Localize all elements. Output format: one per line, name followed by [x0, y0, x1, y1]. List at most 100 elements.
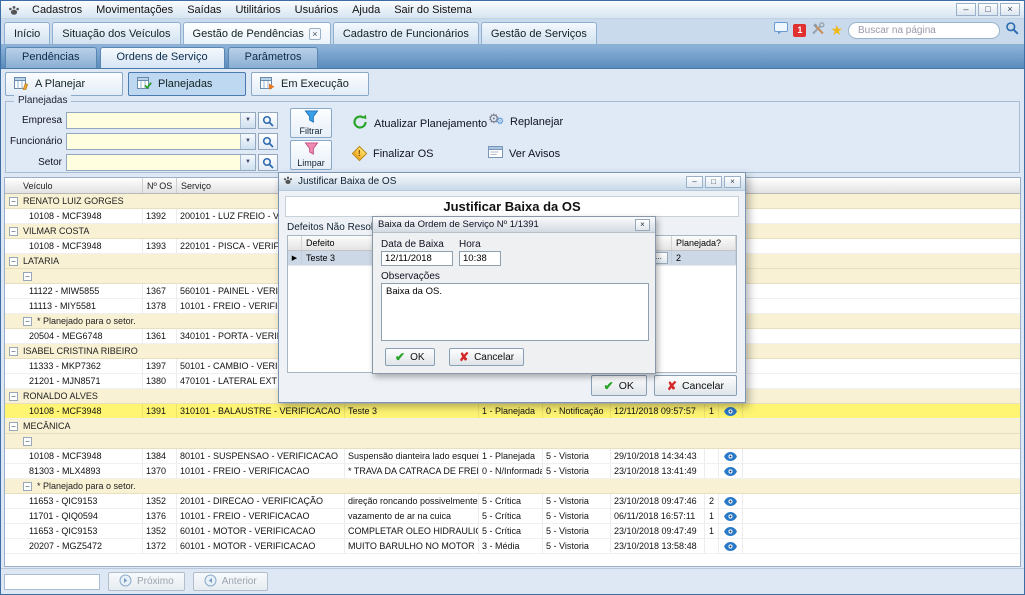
cell-os: 1376 [143, 509, 177, 523]
data-de-baixa-input[interactable] [381, 251, 453, 266]
tree-collapse-icon[interactable]: − [9, 257, 18, 266]
comment-icon[interactable] [774, 22, 788, 40]
cell-os: 1361 [143, 329, 177, 343]
ver-avisos-button[interactable]: Ver Avisos [488, 146, 560, 161]
empresa-search-button[interactable] [258, 112, 278, 129]
tree-collapse-icon[interactable]: − [9, 347, 18, 356]
cell-veiculo: 11653 - QIC9153 [5, 494, 143, 508]
funcionario-search-button[interactable] [258, 133, 278, 150]
baixa-ok-button[interactable]: ✔OK [385, 348, 435, 366]
notification-badge[interactable]: 1 [793, 24, 806, 37]
minimize-button[interactable]: – [956, 3, 976, 16]
cell-filler [743, 539, 1020, 553]
tree-collapse-icon[interactable]: − [9, 227, 18, 236]
view-label: A Planejar [35, 78, 85, 90]
menu-item-sair[interactable]: Sair do Sistema [387, 3, 479, 17]
dialog-minimize-button[interactable]: – [686, 176, 703, 188]
star-icon[interactable]: ★ [830, 24, 843, 37]
os-row[interactable]: 11653 - QIC9153135260101 - MOTOR - VERIF… [5, 524, 1020, 539]
os-row[interactable]: 11701 - QIQ0594137610101 - FREIO - VERIF… [5, 509, 1020, 524]
tree-collapse-icon[interactable]: − [23, 272, 32, 281]
baixa-titlebar[interactable]: Baixa da Ordem de Serviço Nº 1/1391 × [373, 217, 655, 233]
menu-item-ajuda[interactable]: Ajuda [345, 3, 387, 17]
view-a-planejar-button[interactable]: A Planejar [5, 72, 123, 96]
group-row[interactable]: −* Planejado para o setor. [5, 479, 1020, 494]
os-row[interactable]: 10108 - MCF39481391310101 - BALAUSTRE - … [5, 404, 1020, 419]
view-planejadas-button[interactable]: Planejadas [128, 72, 246, 96]
chevron-down-icon[interactable]: ▼ [240, 113, 255, 128]
anterior-button[interactable]: Anterior [193, 572, 268, 591]
tab-label: Situação dos Veículos [62, 28, 170, 40]
header-cell-os[interactable]: Nº OS [143, 178, 177, 193]
tree-collapse-icon[interactable]: − [23, 317, 32, 326]
atualizar-planejamento-button[interactable]: Atualizar Planejamento [352, 114, 487, 133]
data-de-baixa-label: Data de Baixa [381, 239, 444, 250]
header-cell-veiculo[interactable]: Veículo [5, 178, 143, 193]
tab-gestao-de-pendencias[interactable]: Gestão de Pendências× [183, 22, 331, 44]
menu-item-saidas[interactable]: Saídas [180, 3, 228, 17]
tools-icon[interactable] [811, 22, 825, 40]
chevron-down-icon[interactable]: ▼ [240, 155, 255, 170]
dialog-cancel-button[interactable]: ✘Cancelar [654, 375, 737, 396]
maximize-button[interactable]: □ [978, 3, 998, 16]
observacoes-textarea[interactable]: Baixa da OS. [381, 283, 649, 341]
tree-collapse-icon[interactable]: − [23, 437, 32, 446]
cell-veiculo: 20207 - MGZ5472 [5, 539, 143, 553]
tab-gestao-de-servicos[interactable]: Gestão de Serviços [481, 22, 597, 44]
search-input[interactable] [848, 22, 1000, 39]
os-row[interactable]: 11653 - QIC9153135220101 - DIRECAO - VER… [5, 494, 1020, 509]
subtab-pendencias[interactable]: Pendências [5, 47, 97, 68]
limpar-button[interactable]: Limpar [290, 140, 332, 170]
group-row[interactable]: −MECÂNICA [5, 419, 1020, 434]
view-os-icon[interactable] [719, 464, 743, 478]
os-row[interactable]: 81303 - MLX4893137010101 - FREIO - VERIF… [5, 464, 1020, 479]
planejada-cell[interactable]: 2 [672, 251, 736, 265]
tab-inicio[interactable]: Início [4, 22, 50, 44]
footer-filter-box[interactable] [4, 574, 100, 590]
dialog-maximize-button[interactable]: □ [705, 176, 722, 188]
hora-input[interactable] [459, 251, 501, 266]
os-row[interactable]: 20207 - MGZ5472137260101 - MOTOR - VERIF… [5, 539, 1020, 554]
view-em-execucao-button[interactable]: Em Execução [251, 72, 369, 96]
view-os-icon[interactable] [719, 494, 743, 508]
menu-item-movimentacoes[interactable]: Movimentações [89, 3, 180, 17]
menu-item-cadastros[interactable]: Cadastros [25, 3, 89, 17]
baixa-close-button[interactable]: × [635, 219, 650, 231]
menu-item-utilitarios[interactable]: Utilitários [228, 3, 287, 17]
subtab-ordens-de-servico[interactable]: Ordens de Serviço [100, 47, 225, 68]
check-icon: ✔ [604, 379, 614, 393]
chevron-down-icon[interactable]: ▼ [240, 134, 255, 149]
finalizar-os-button[interactable]: ! Finalizar OS [352, 146, 434, 161]
subtab-parametros[interactable]: Parâmetros [228, 47, 319, 68]
tree-collapse-icon[interactable]: − [9, 392, 18, 401]
view-os-icon[interactable] [719, 449, 743, 463]
setor-combo[interactable]: ▼ [66, 154, 256, 171]
tree-collapse-icon[interactable]: − [9, 197, 18, 206]
close-button[interactable]: × [1000, 3, 1020, 16]
filtrar-button[interactable]: Filtrar [290, 108, 332, 138]
view-os-icon[interactable] [719, 539, 743, 553]
baixa-cancel-button[interactable]: ✘Cancelar [449, 348, 524, 366]
view-os-icon[interactable] [719, 404, 743, 418]
replanejar-button[interactable]: ⚙⚙ Replanejar [488, 114, 563, 129]
menu-item-usuarios[interactable]: Usuários [288, 3, 345, 17]
os-row[interactable]: 10108 - MCF3948138480101 - SUSPENSAO - V… [5, 449, 1020, 464]
app-window: Cadastros Movimentações Saídas Utilitári… [0, 0, 1025, 595]
tree-collapse-icon[interactable]: − [23, 482, 32, 491]
proximo-button[interactable]: Próximo [108, 572, 185, 591]
dialog-close-button[interactable]: × [724, 176, 741, 188]
empresa-combo[interactable]: ▼ [66, 112, 256, 129]
tree-collapse-icon[interactable]: − [9, 422, 18, 431]
view-os-icon[interactable] [719, 524, 743, 538]
setor-search-button[interactable] [258, 154, 278, 171]
tab-close-icon[interactable]: × [309, 28, 321, 40]
tab-situacao-dos-veiculos[interactable]: Situação dos Veículos [52, 22, 180, 44]
planejada-column-header[interactable]: Planejada? [672, 236, 736, 250]
funcionario-combo[interactable]: ▼ [66, 133, 256, 150]
view-os-icon[interactable] [719, 509, 743, 523]
search-icon[interactable] [1005, 21, 1019, 40]
dialog-ok-button[interactable]: ✔OK [591, 375, 647, 396]
group-row[interactable]: − [5, 434, 1020, 449]
dialog-titlebar[interactable]: Justificar Baixa de OS – □ × [279, 173, 745, 191]
tab-cadastro-de-funcionarios[interactable]: Cadastro de Funcionários [333, 22, 479, 44]
